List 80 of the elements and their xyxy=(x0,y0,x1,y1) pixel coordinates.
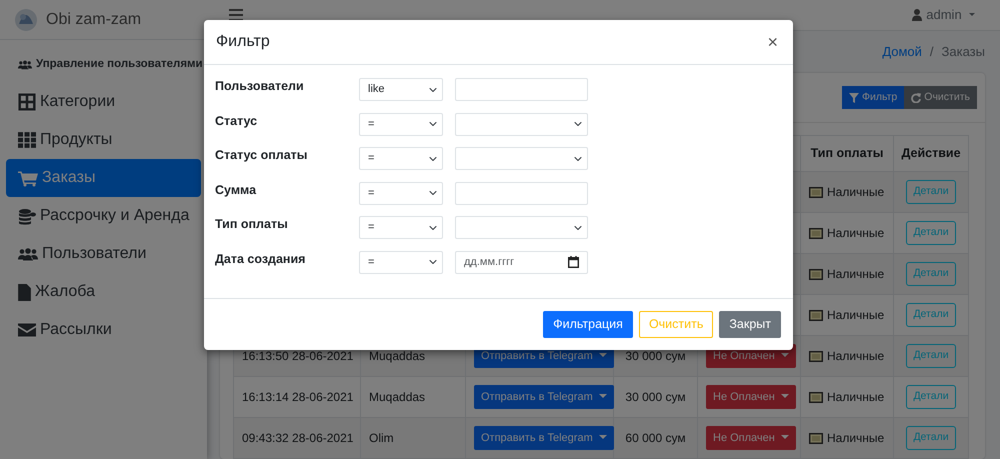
breadcrumb-separator: / xyxy=(930,43,934,62)
value-select[interactable] xyxy=(455,216,588,239)
details-button[interactable]: Детали xyxy=(906,303,956,327)
payment-type: Наличные xyxy=(827,225,884,242)
banknote-icon xyxy=(809,268,823,280)
sidebar-item[interactable]: Управление пользователями xyxy=(6,47,201,83)
table-cell: 09:43:32 28-06-2021 xyxy=(234,418,360,458)
details-button[interactable]: Детали xyxy=(906,180,956,204)
dialog-button[interactable]: Очистить xyxy=(638,311,714,338)
dialog-button[interactable]: Фильтрация xyxy=(543,311,633,338)
details-button[interactable]: Детали xyxy=(906,262,956,286)
field-label: Пользователи xyxy=(215,78,305,95)
logo-icon xyxy=(14,8,38,32)
status-dropdown[interactable]: Не Оплачен xyxy=(706,426,796,450)
coins-icon xyxy=(18,208,36,224)
calendar-icon xyxy=(568,256,579,268)
payment-type: Наличные xyxy=(827,266,884,283)
menu-icon xyxy=(229,8,243,21)
user-icon xyxy=(912,8,922,21)
field-label: Статус оплаты xyxy=(215,147,308,164)
banknote-icon xyxy=(809,228,823,238)
payment-type: Наличные xyxy=(827,348,884,365)
banknote-icon xyxy=(809,310,823,320)
dropdown-button[interactable]: Отправить в Telegram xyxy=(474,426,614,450)
grid-icon xyxy=(18,93,36,111)
payment-type: Наличные xyxy=(827,389,884,406)
details-button[interactable]: Детали xyxy=(906,221,956,245)
value-select[interactable] xyxy=(455,147,588,170)
date-field[interactable]: дд.мм.гггг xyxy=(455,250,588,274)
sidebar-item[interactable]: Пользователи xyxy=(6,235,201,273)
toolbar-button[interactable]: Фильтр xyxy=(842,86,904,110)
sidebar-item[interactable]: Жалоба xyxy=(6,273,201,311)
table-cell: Olim xyxy=(360,418,466,458)
banknote-icon xyxy=(809,432,823,444)
banknote-icon xyxy=(809,350,823,362)
document-icon xyxy=(18,284,31,300)
toolbar-button[interactable]: Очистить xyxy=(904,86,977,110)
close-button[interactable]: × xyxy=(765,33,780,51)
payment-type: Наличные xyxy=(827,184,884,201)
operator-select[interactable]: = xyxy=(359,182,443,204)
field-label: Сумма xyxy=(215,182,258,199)
field-label: Тип оплаты xyxy=(215,216,289,233)
breadcrumb-link[interactable]: Домой xyxy=(882,42,922,62)
sidebar-item[interactable]: Заказы xyxy=(6,159,201,197)
input-field[interactable] xyxy=(455,182,588,204)
operator-select[interactable]: = xyxy=(359,147,443,170)
cart-icon xyxy=(18,170,38,186)
operator-select[interactable]: = xyxy=(359,112,443,136)
status-dropdown[interactable]: Не Оплачен xyxy=(706,384,796,410)
sidebar-item[interactable]: Рассылки xyxy=(6,311,201,349)
operator-select[interactable]: like xyxy=(359,78,443,101)
refresh-icon xyxy=(911,92,922,102)
dialog-button[interactable]: Закрыт xyxy=(719,311,781,338)
details-button[interactable]: Детали xyxy=(906,344,956,368)
sidebar-item[interactable]: Рассрочку и Аренда xyxy=(6,197,201,235)
field-label: Статус xyxy=(215,112,258,130)
payment-type: Наличные xyxy=(827,307,884,324)
dialog-title: Фильтр xyxy=(216,32,270,52)
filter-icon xyxy=(849,92,859,102)
envelope-icon xyxy=(18,323,36,337)
operator-select[interactable]: = xyxy=(359,216,443,239)
user-menu[interactable]: admin xyxy=(912,5,975,25)
grid-icon xyxy=(18,131,36,149)
sidebar-item[interactable]: Категории xyxy=(6,83,201,121)
dropdown-button[interactable]: Отправить в Telegram xyxy=(474,384,614,410)
users-icon xyxy=(18,60,32,70)
users-icon xyxy=(18,246,38,262)
sidebar-item[interactable]: Продукты xyxy=(6,121,201,159)
value-select[interactable] xyxy=(455,112,588,136)
operator-select[interactable]: = xyxy=(359,250,443,274)
brand-name: Obi zam-zam xyxy=(46,10,142,30)
details-button[interactable]: Детали xyxy=(906,385,956,409)
input-field[interactable] xyxy=(455,78,588,101)
payment-type: Наличные xyxy=(827,430,884,447)
breadcrumb-current: Заказы xyxy=(942,43,985,62)
table-cell: 60 000 сум xyxy=(614,418,698,458)
details-button[interactable]: Детали xyxy=(906,426,956,450)
banknote-icon xyxy=(809,392,823,402)
field-label: Дата создания xyxy=(215,250,306,268)
banknote-icon xyxy=(809,186,823,198)
